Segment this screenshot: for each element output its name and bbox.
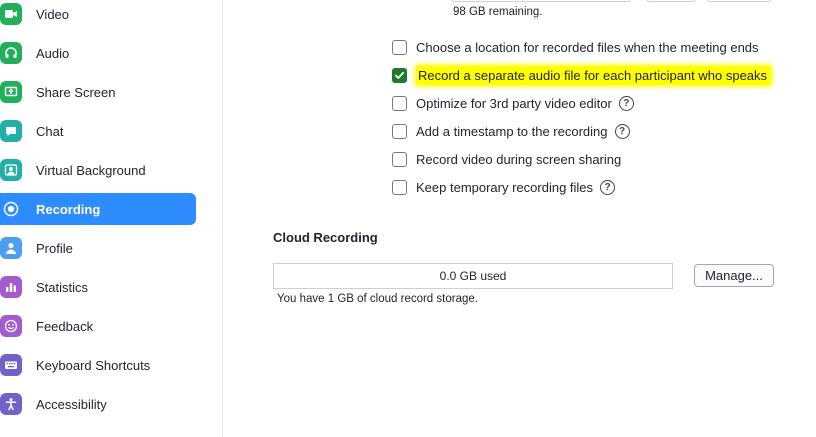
option-label: Record a separate audio file for each pa… [416,65,772,85]
feedback-icon [0,315,22,337]
option-label: Choose a location for recorded files whe… [416,39,759,55]
sidebar-item-statistics[interactable]: Statistics [0,271,196,303]
profile-icon [0,237,22,259]
sidebar-item-label: Profile [36,240,73,256]
sidebar-item-label: Keyboard Shortcuts [36,357,151,373]
sidebar-item-chat[interactable]: Chat [0,115,196,147]
sidebar-item-label: Video [36,6,70,22]
accessibility-icon [0,393,22,415]
checkbox[interactable] [392,179,407,195]
keyboard-icon [0,354,22,376]
sidebar-item-label: Statistics [36,279,89,295]
sidebar-item-label: Audio [36,45,70,61]
virtual-background-icon [0,159,22,181]
help-icon[interactable]: ? [614,123,630,139]
option-record-video-screen-sharing[interactable]: Record video during screen sharing [392,148,621,170]
local-storage-remaining: 98 GB remaining. [453,6,543,18]
sidebar-item-label: Virtual Background [36,162,146,178]
sidebar-item-accessibility[interactable]: Accessibility [0,388,196,420]
change-location-button[interactable] [646,0,696,2]
option-keep-temp-files[interactable]: Keep temporary recording files ? [392,176,616,198]
recording-icon [0,198,22,220]
sidebar-item-video[interactable]: Video [0,0,196,30]
sidebar-item-recording[interactable]: Recording [0,193,196,225]
video-icon [0,3,22,25]
option-choose-location[interactable]: Choose a location for recorded files whe… [392,36,759,58]
checkbox[interactable] [392,39,407,55]
manage-button[interactable]: Manage... [694,264,774,287]
option-label: Optimize for 3rd party video editor [416,95,612,111]
option-add-timestamp[interactable]: Add a timestamp to the recording ? [392,120,630,142]
option-label: Keep temporary recording files [416,179,594,195]
checkbox[interactable] [392,95,407,111]
local-storage-bar [451,0,631,2]
option-label: Add a timestamp to the recording [416,123,608,139]
recording-settings-panel: 98 GB remaining. Choose a location for r… [224,0,816,437]
sidebar-item-label: Accessibility [36,396,107,412]
settings-sidebar: Video Audio Share Screen Chat Virtual Ba… [0,0,223,437]
cloud-usage-text: 0.0 GB used [439,269,507,283]
checkbox[interactable] [392,151,407,167]
open-location-button[interactable] [706,0,772,2]
help-icon[interactable]: ? [600,179,616,195]
help-icon[interactable]: ? [618,95,634,111]
sidebar-item-virtual-background[interactable]: Virtual Background [0,154,196,186]
option-label: Record video during screen sharing [416,151,622,167]
cloud-recording-title: Cloud Recording [273,230,378,245]
cloud-storage-note: You have 1 GB of cloud record storage. [277,293,478,305]
checkbox[interactable] [392,123,407,139]
sidebar-item-label: Feedback [36,318,94,334]
sidebar-item-feedback[interactable]: Feedback [0,310,196,342]
option-optimize-3rd-party-editor[interactable]: Optimize for 3rd party video editor ? [392,92,634,114]
sidebar-item-label: Share Screen [36,84,116,100]
share-screen-icon [0,81,22,103]
sidebar-item-label: Recording [36,201,101,217]
checkbox-checked[interactable] [392,67,407,83]
option-separate-audio-file[interactable]: Record a separate audio file for each pa… [392,64,772,86]
headphones-icon [0,42,22,64]
checkmark-icon [394,71,405,79]
statistics-icon [0,276,22,298]
sidebar-item-label: Chat [36,123,64,139]
sidebar-item-keyboard-shortcuts[interactable]: Keyboard Shortcuts [0,349,196,381]
sidebar-item-profile[interactable]: Profile [0,232,196,264]
sidebar-item-audio[interactable]: Audio [0,37,196,69]
chat-icon [0,120,22,142]
sidebar-item-share-screen[interactable]: Share Screen [0,76,196,108]
cloud-usage-bar: 0.0 GB used [273,263,673,289]
